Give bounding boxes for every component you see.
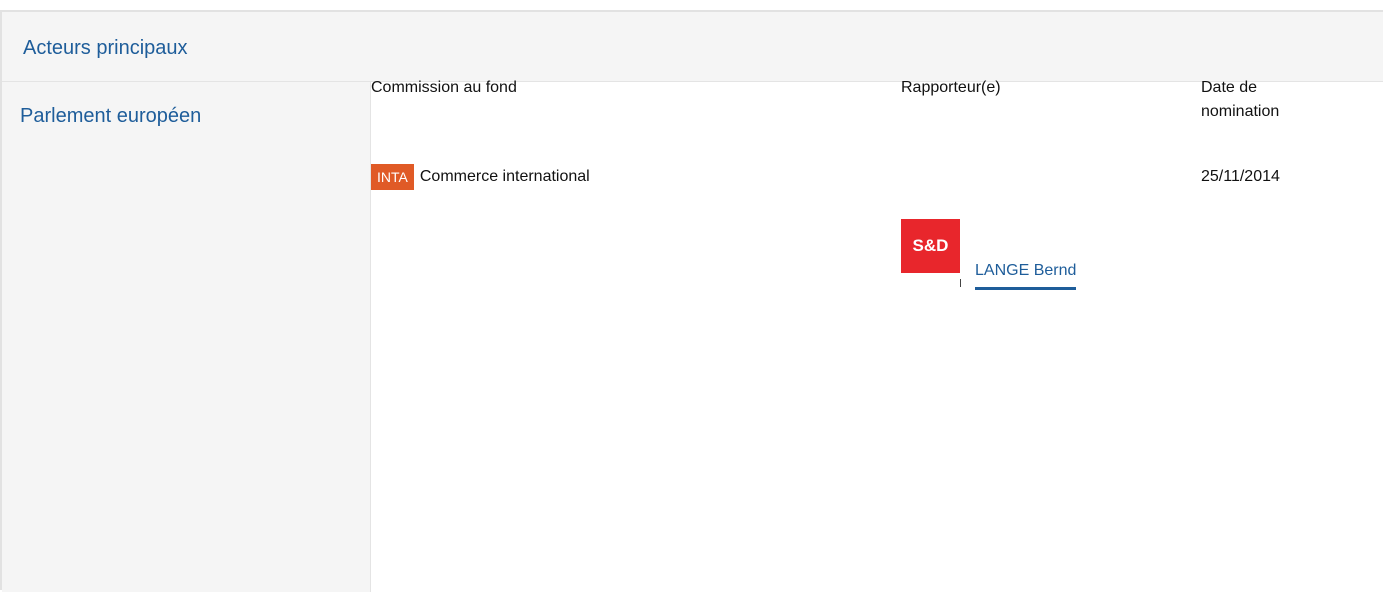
logo-divider — [960, 279, 961, 287]
institution-label: Parlement européen — [20, 105, 202, 127]
nomination-date: 25/11/2014 — [1201, 168, 1280, 185]
committee-row: INTA Commerce international — [371, 164, 590, 190]
political-group-logo: S&D — [901, 219, 960, 273]
section-header: Acteurs principaux — [2, 12, 1383, 82]
committee-name: Commerce international — [419, 168, 590, 185]
column-header-date: Date de nomination — [1201, 79, 1280, 120]
key-players-panel: Acteurs principaux Parlement européen — [0, 10, 1383, 592]
column-header-committee: Commission au fond — [371, 79, 517, 96]
column-header-rapporteur: Rapporteur(e) — [901, 79, 1001, 96]
committee-code-badge: INTA — [371, 164, 414, 190]
section-title: Acteurs principaux — [23, 37, 188, 59]
institution-column: Parlement européen — [2, 82, 371, 592]
rapporteur-link[interactable]: LANGE Bernd — [975, 259, 1077, 290]
